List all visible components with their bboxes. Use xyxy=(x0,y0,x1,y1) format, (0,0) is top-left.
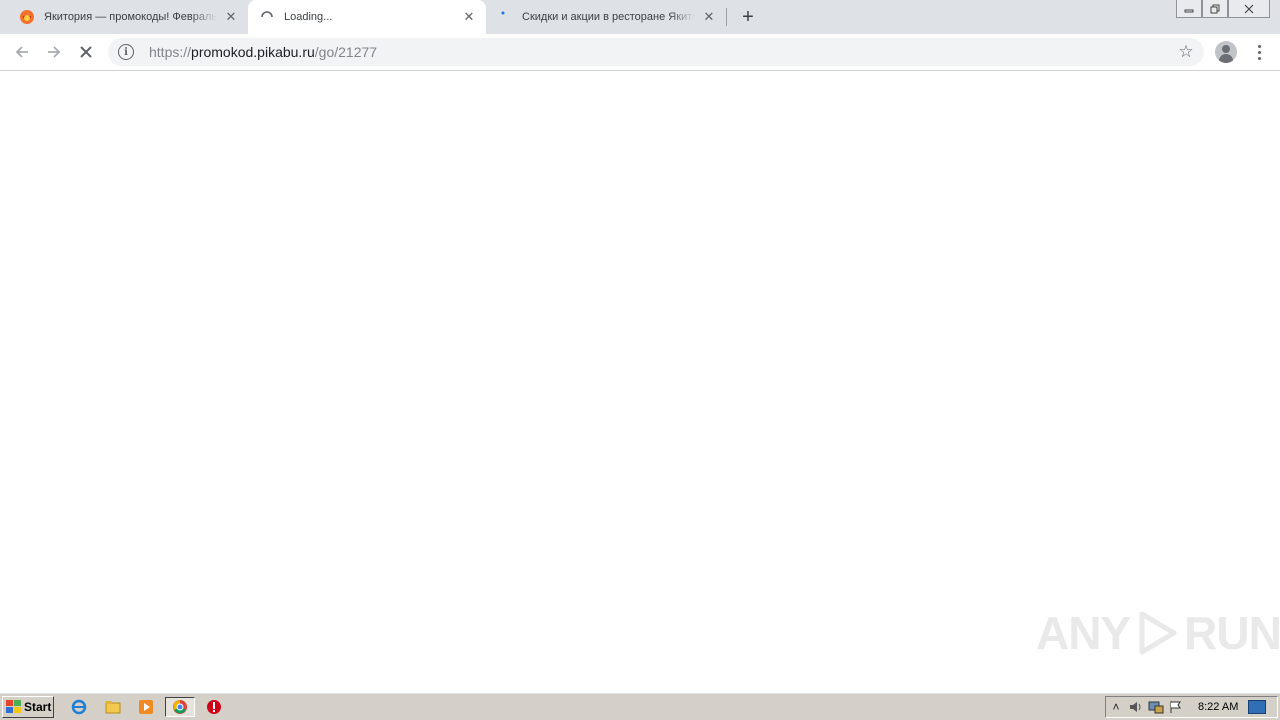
loading-spinner-icon xyxy=(259,9,275,25)
warning-app-icon[interactable] xyxy=(203,697,225,717)
new-tab-button[interactable]: + xyxy=(736,5,760,29)
tab-title: Loading... xyxy=(284,11,333,23)
avatar-head xyxy=(1222,45,1230,53)
url-path: /go/21277 xyxy=(314,44,378,60)
chrome-menu-icon[interactable] xyxy=(1252,42,1266,62)
tab-yakitoria-discounts[interactable]: Скидки и акции в ресторане Якитория ✕ xyxy=(486,0,726,34)
play-icon xyxy=(1139,611,1177,655)
back-button[interactable] xyxy=(10,40,34,64)
media-player-icon[interactable] xyxy=(135,697,157,717)
internet-explorer-icon[interactable] xyxy=(68,697,90,717)
tab-close-icon[interactable]: ✕ xyxy=(461,9,477,25)
stop-icon xyxy=(80,46,92,58)
url-text[interactable]: https://promokod.pikabu.ru/go/21277 xyxy=(149,44,377,60)
taskbar: Start ˄ 8:22 AM xyxy=(0,692,1280,720)
window-controls xyxy=(1176,0,1270,18)
browser-toolbar: i https://promokod.pikabu.ru/go/21277 ☆ xyxy=(0,34,1280,71)
watermark-left-text: ANY xyxy=(1036,607,1131,659)
minimize-button[interactable] xyxy=(1176,0,1202,18)
restore-button[interactable] xyxy=(1202,0,1228,18)
tab-title: Якитория — промокоды! Февраль xyxy=(44,11,217,23)
bookmark-star-icon[interactable]: ☆ xyxy=(1176,42,1196,62)
address-bar[interactable]: i https://promokod.pikabu.ru/go/21277 ☆ xyxy=(108,38,1204,66)
url-scheme: https:// xyxy=(149,44,192,60)
back-arrow-icon xyxy=(15,46,28,58)
system-tray: ˄ 8:22 AM xyxy=(1105,696,1278,718)
tab-close-icon[interactable]: ✕ xyxy=(701,9,717,25)
profile-avatar-icon[interactable] xyxy=(1215,41,1237,63)
tab-close-icon[interactable]: ✕ xyxy=(223,9,239,25)
start-label: Start xyxy=(24,700,52,714)
show-hidden-icons-icon[interactable]: ˄ xyxy=(1106,698,1126,716)
file-explorer-icon[interactable] xyxy=(102,697,124,717)
anyrun-watermark-logo: ANY RUN xyxy=(1036,606,1280,660)
loading-dot-icon xyxy=(497,9,513,25)
network-icon[interactable] xyxy=(1146,698,1166,716)
forward-arrow-icon xyxy=(48,46,61,58)
watermark-right-text: RUN xyxy=(1184,607,1280,659)
forward-button[interactable] xyxy=(42,40,66,64)
action-center-flag-icon[interactable] xyxy=(1166,698,1186,716)
pikabu-icon xyxy=(19,9,35,25)
tab-separator xyxy=(726,8,727,26)
tab-yakitoria-promocodes[interactable]: Якитория — промокоды! Февраль ✕ xyxy=(8,0,248,34)
start-button[interactable]: Start xyxy=(2,696,54,718)
tab-title: Скидки и акции в ресторане Якитория xyxy=(522,11,695,23)
url-host: promokod.pikabu.ru xyxy=(191,44,315,60)
windows-logo-icon xyxy=(6,700,22,714)
tab-loading[interactable]: Loading... ✕ xyxy=(248,0,486,34)
volume-icon[interactable] xyxy=(1126,698,1146,716)
tab-strip: Якитория — промокоды! Февраль ✕ Loading.… xyxy=(0,0,1280,34)
close-window-button[interactable] xyxy=(1228,0,1270,18)
chrome-taskbar-icon[interactable] xyxy=(165,697,195,717)
system-clock[interactable]: 8:22 AM xyxy=(1198,701,1238,713)
site-info-icon[interactable]: i xyxy=(118,44,134,60)
page-content xyxy=(0,72,1280,692)
stop-loading-button[interactable] xyxy=(74,40,98,64)
avatar-body xyxy=(1219,54,1233,63)
show-desktop-button[interactable] xyxy=(1248,700,1267,714)
